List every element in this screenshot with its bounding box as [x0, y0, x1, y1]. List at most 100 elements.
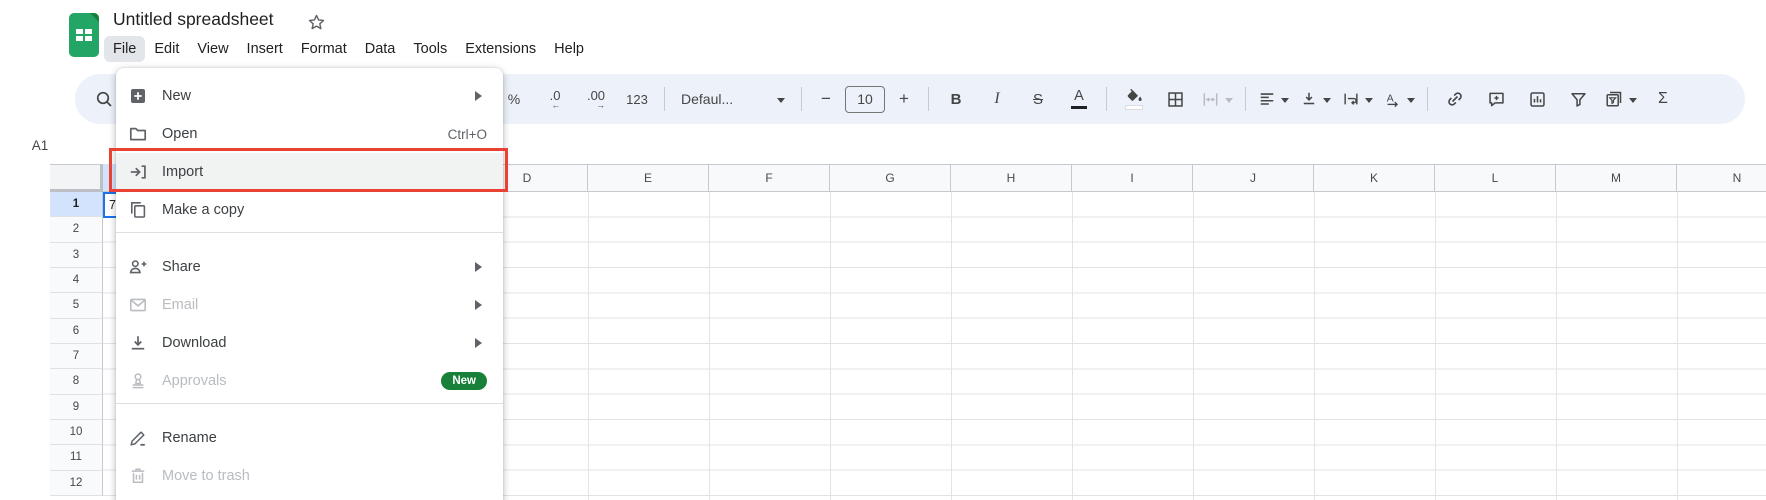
menu-help[interactable]: Help — [545, 36, 593, 63]
column-header-E[interactable]: E — [588, 164, 709, 192]
grid-column-line — [951, 192, 952, 500]
menu-view[interactable]: View — [188, 36, 237, 63]
email-icon — [128, 295, 148, 315]
row-header-7[interactable]: 7 — [50, 344, 103, 369]
grid-column-line — [1314, 192, 1315, 500]
text-color-button[interactable]: A — [1060, 82, 1098, 116]
row-header-11[interactable]: 11 — [50, 445, 103, 470]
grid-column-line — [1677, 192, 1678, 500]
row-header-1[interactable]: 1 — [50, 192, 103, 217]
merge-cells-button[interactable] — [1197, 82, 1237, 116]
row-header-6[interactable]: 6 — [50, 319, 103, 344]
menu-divider — [116, 232, 503, 233]
menu-item-label: New — [162, 88, 463, 104]
menu-extensions[interactable]: Extensions — [456, 36, 545, 63]
file-menu-item-make-a-copy[interactable]: Make a copy — [116, 191, 503, 229]
trash-icon — [128, 466, 148, 486]
column-header-I[interactable]: I — [1072, 164, 1193, 192]
decrease-decimal-button[interactable]: .0 ← — [536, 82, 574, 116]
file-menu-item-move-to-trash[interactable]: Move to trash — [116, 457, 503, 495]
text-wrap-button[interactable] — [1338, 82, 1377, 116]
font-selector[interactable]: Defaul... — [673, 82, 793, 116]
borders-button[interactable] — [1156, 82, 1194, 116]
column-header-L[interactable]: L — [1435, 164, 1556, 192]
create-filter-button[interactable] — [1559, 82, 1597, 116]
column-header-J[interactable]: J — [1193, 164, 1314, 192]
grid-column-line — [1435, 192, 1436, 500]
italic-button[interactable]: I — [978, 82, 1016, 116]
menu-tools[interactable]: Tools — [404, 36, 456, 63]
file-menu-item-rename[interactable]: Rename — [116, 419, 503, 457]
row-header-9[interactable]: 9 — [50, 395, 103, 420]
chevron-down-icon — [1225, 98, 1233, 107]
select-all-corner[interactable] — [50, 164, 103, 192]
file-menu-item-share[interactable]: Share — [116, 248, 503, 286]
toolbar-divider — [801, 87, 802, 111]
file-menu-item-approvals[interactable]: ApprovalsNew — [116, 362, 503, 400]
functions-button[interactable]: Σ — [1644, 82, 1682, 116]
row-header-10[interactable]: 10 — [50, 420, 103, 445]
chevron-down-icon — [1323, 98, 1331, 107]
sheets-logo-icon[interactable] — [69, 13, 99, 57]
menu-data[interactable]: Data — [356, 36, 405, 63]
menu-item-label: Move to trash — [162, 468, 487, 484]
comment-add-icon — [1487, 90, 1506, 109]
column-header-G[interactable]: G — [830, 164, 951, 192]
submenu-arrow-icon — [475, 338, 487, 348]
toolbar-divider — [928, 87, 929, 111]
grid-column-line — [709, 192, 710, 500]
strikethrough-button[interactable]: S — [1019, 82, 1057, 116]
increase-decimal-button[interactable]: .00 → — [577, 82, 615, 116]
text-rotation-button[interactable]: A — [1380, 82, 1419, 116]
menu-item-label: Open — [162, 126, 436, 142]
menu-item-label: Rename — [162, 430, 487, 446]
font-size-input[interactable]: 10 — [845, 86, 885, 113]
left-arrow-icon: ← — [551, 101, 560, 110]
row-header-12[interactable]: 12 — [50, 471, 103, 496]
decrease-font-size-button[interactable]: − — [810, 82, 842, 116]
toolbar-divider — [1106, 87, 1107, 111]
insert-chart-button[interactable] — [1518, 82, 1556, 116]
column-header-M[interactable]: M — [1556, 164, 1677, 192]
chart-icon — [1528, 90, 1547, 109]
increase-font-size-button[interactable]: + — [888, 82, 920, 116]
insert-link-button[interactable] — [1436, 82, 1474, 116]
link-icon — [1445, 89, 1465, 109]
filter-views-button[interactable] — [1600, 82, 1641, 116]
row-header-8[interactable]: 8 — [50, 369, 103, 394]
new-badge: New — [441, 372, 487, 390]
bold-button[interactable]: B — [937, 82, 975, 116]
submenu-arrow-icon — [475, 300, 487, 310]
column-header-N[interactable]: N — [1677, 164, 1766, 192]
vertical-align-button[interactable] — [1296, 82, 1335, 116]
logo-fold — [90, 13, 99, 22]
fill-color-button[interactable] — [1115, 82, 1153, 116]
column-header-K[interactable]: K — [1314, 164, 1435, 192]
horizontal-align-button[interactable] — [1254, 82, 1293, 116]
row-header-2[interactable]: 2 — [50, 217, 103, 242]
row-header-5[interactable]: 5 — [50, 293, 103, 318]
row-header-3[interactable]: 3 — [50, 243, 103, 268]
menu-insert[interactable]: Insert — [238, 36, 292, 63]
grid-column-line — [588, 192, 589, 500]
name-box[interactable]: A1 — [18, 138, 62, 153]
document-title[interactable]: Untitled spreadsheet — [113, 9, 274, 30]
file-menu: NewOpenCtrl+OImportMake a copyShareEmail… — [116, 68, 503, 500]
star-icon[interactable] — [305, 11, 327, 33]
more-formats-button[interactable]: 123 — [618, 82, 656, 116]
file-menu-item-download[interactable]: Download — [116, 324, 503, 362]
menu-edit[interactable]: Edit — [145, 36, 188, 63]
column-header-F[interactable]: F — [709, 164, 830, 192]
menu-file[interactable]: File — [104, 36, 145, 63]
grid-column-line — [1556, 192, 1557, 500]
file-menu-item-email[interactable]: Email — [116, 286, 503, 324]
insert-comment-button[interactable] — [1477, 82, 1515, 116]
row-header-4[interactable]: 4 — [50, 268, 103, 293]
menu-format[interactable]: Format — [292, 36, 356, 63]
menu-divider — [116, 403, 503, 404]
filter-views-icon — [1604, 89, 1624, 109]
approvals-icon — [128, 371, 148, 391]
text-color-label: A — [1074, 89, 1084, 104]
column-header-H[interactable]: H — [951, 164, 1072, 192]
file-menu-item-new[interactable]: New — [116, 77, 503, 115]
